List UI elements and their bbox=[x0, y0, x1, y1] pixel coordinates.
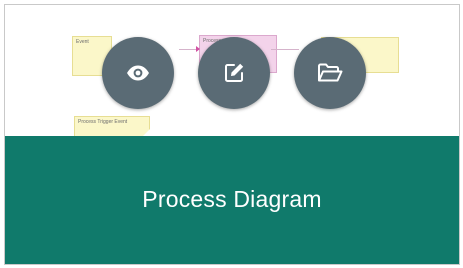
view-button[interactable] bbox=[102, 37, 174, 109]
thumbnail-arrowhead bbox=[196, 46, 200, 52]
thumbnail-note-label: Process Trigger Event bbox=[78, 119, 128, 125]
diagram-card[interactable]: Event Process Process Trigger Event Proc… bbox=[4, 4, 460, 265]
thumbnail-connector bbox=[271, 49, 299, 50]
card-title: Process Diagram bbox=[142, 185, 322, 212]
thumbnail-note-label: Event bbox=[76, 39, 89, 45]
card-title-banner[interactable]: Process Diagram bbox=[5, 136, 459, 264]
edit-button[interactable] bbox=[198, 37, 270, 109]
thumbnail-note: Process Trigger Event bbox=[74, 116, 150, 137]
folder-open-icon bbox=[318, 63, 343, 82]
edit-icon bbox=[225, 63, 244, 82]
open-button[interactable] bbox=[294, 37, 366, 109]
eye-icon bbox=[127, 65, 149, 81]
